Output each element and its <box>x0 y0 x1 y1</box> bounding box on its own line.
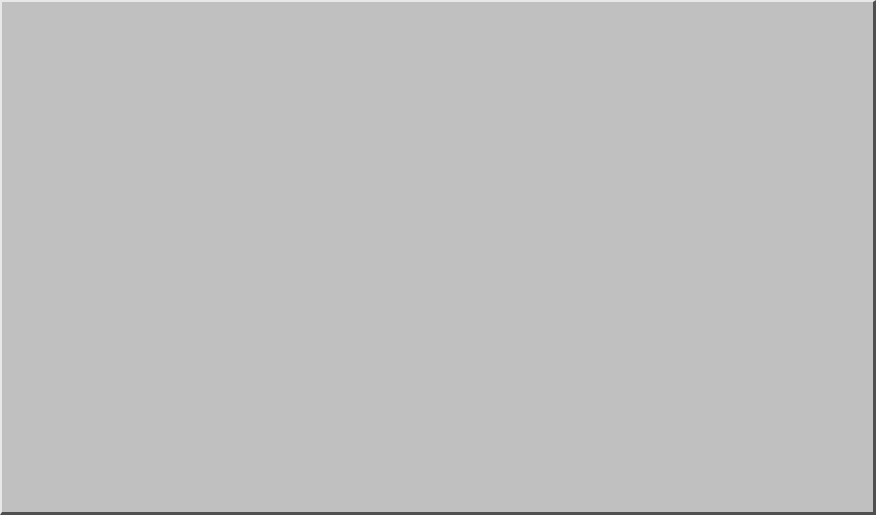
societe-window: Société 1 2 3 4 5 Raison sociale Numéro … <box>0 0 876 515</box>
tab-button-2[interactable]: 2 <box>716 3 747 29</box>
telephone2-label: Téléphone 2 <box>568 161 659 179</box>
tva-label: TVA N° I. Intra Communautaire <box>19 161 251 179</box>
section-rule-right <box>584 209 870 211</box>
letterhead-section-title: Impression en-tête de la société <box>296 288 538 306</box>
sur-le-compte-agent-checkbox[interactable] <box>454 357 473 376</box>
siret-input[interactable] <box>164 137 351 156</box>
letterhead-rule-right <box>545 296 756 298</box>
letterhead-section-header: Impression en-tête de la société <box>122 288 756 306</box>
tab-button-1[interactable]: 1 <box>681 3 712 29</box>
tab-strip: 1 2 3 4 5 <box>681 3 852 30</box>
rc-rm-input[interactable] <box>164 114 718 133</box>
telephone1-input[interactable] <box>664 137 862 156</box>
payroll-section-title: Paramétrage Paye et Ressources Humaines <box>250 201 577 219</box>
telecopie-label: Télécopie <box>573 184 643 202</box>
sur-courriers-salaries-checkbox[interactable] <box>454 312 473 331</box>
tab-button-4[interactable]: 4 <box>786 3 817 29</box>
rc-rm-label: R.C. ou R.M. <box>35 115 126 133</box>
form-panel: Raison sociale Numéro Info complémentair… <box>3 37 871 485</box>
info-complementaire-label: Info complémentaire <box>41 70 197 88</box>
telecopie-input[interactable] <box>664 183 862 202</box>
sur-le-compte-agent-label: Sur le compte agent <box>256 357 409 375</box>
telephone1-label: Téléphone 1 <box>568 138 659 156</box>
section-divider <box>4 248 870 250</box>
payroll-section-header: Paramétrage Paye et Ressources Humaines <box>4 201 870 219</box>
numero-label: Numéro <box>707 47 767 65</box>
info-complementaire-input[interactable] <box>240 69 796 88</box>
numero-input[interactable] <box>796 46 818 65</box>
recouvrement-label: Recouvrement cotis. sociales <box>177 244 396 262</box>
raison-sociale-label: Raison sociale <box>40 47 147 65</box>
siret-label: SIRET N° <box>62 138 129 156</box>
section-rule-left <box>4 209 242 211</box>
telephone2-input[interactable] <box>664 160 862 179</box>
sur-courriers-salaries-label: Sur courriers salariés <box>242 312 401 330</box>
status-bar <box>3 485 870 511</box>
recouvrement-input[interactable] <box>452 243 672 263</box>
tva-input[interactable] <box>319 160 520 179</box>
tab-button-5[interactable]: 5 <box>821 3 852 29</box>
code-ape-input[interactable] <box>117 183 175 202</box>
tab-button-3[interactable]: 3 <box>751 3 782 29</box>
letterhead-rule-left <box>122 296 288 298</box>
code-ape-label: Code APE <box>24 184 96 202</box>
raison-sociale-input[interactable] <box>190 46 520 65</box>
